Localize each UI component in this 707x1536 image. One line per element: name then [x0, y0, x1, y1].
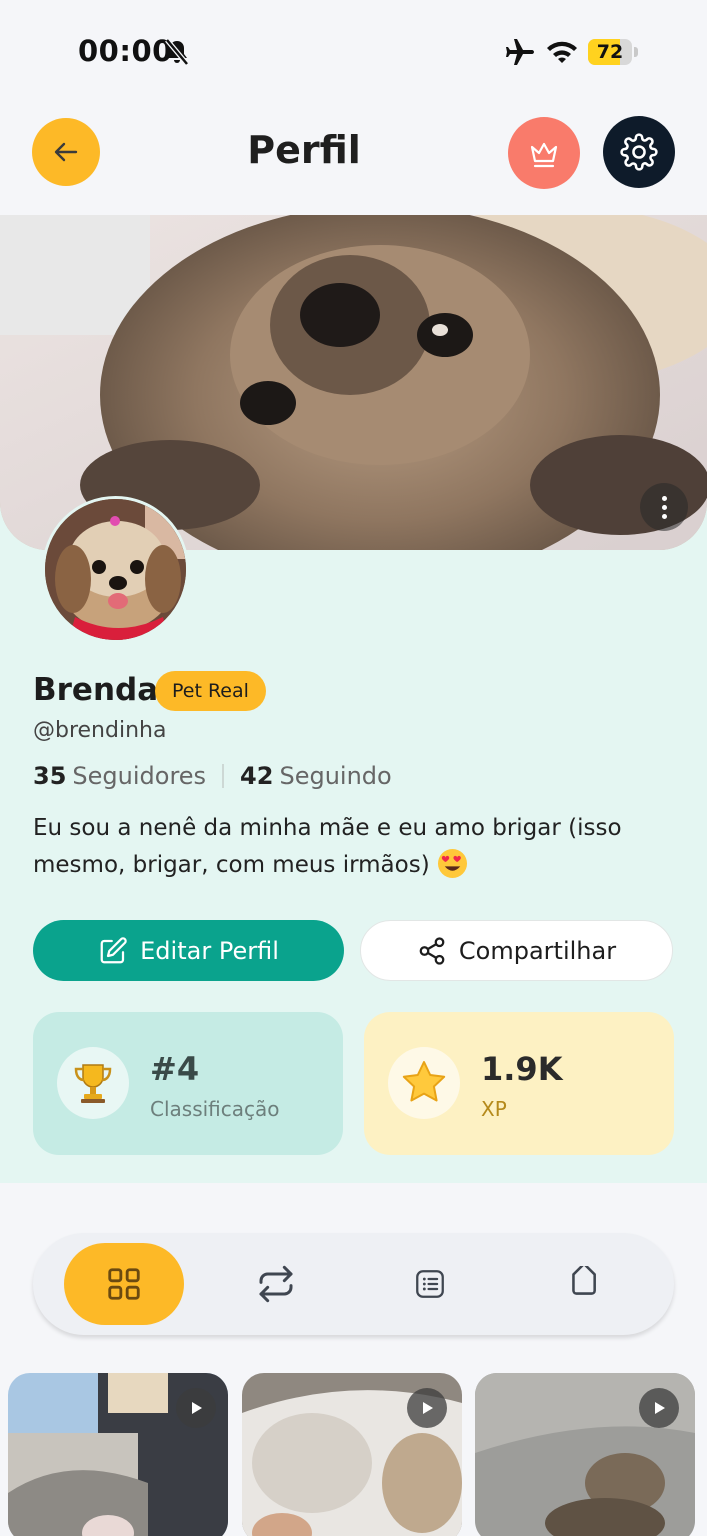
repost-icon [259, 1265, 293, 1303]
play-icon [407, 1388, 447, 1428]
followers-count: 35 [33, 762, 67, 790]
followers-link[interactable]: 35 Seguidores [33, 762, 206, 790]
profile-bio: Eu sou a nenê da minha mãe e eu amo brig… [33, 810, 673, 884]
tab-tagged[interactable] [523, 1243, 643, 1325]
share-icon [419, 936, 445, 965]
header: Perfil [0, 100, 707, 215]
edit-profile-label: Editar Perfil [140, 936, 279, 965]
premium-button[interactable] [508, 117, 580, 189]
airplane-icon [506, 39, 534, 65]
tag-icon [572, 1266, 596, 1295]
profile-handle: @brendinha [33, 718, 167, 743]
play-icon [176, 1388, 216, 1428]
tab-posts[interactable] [64, 1243, 184, 1325]
avatar[interactable] [42, 496, 189, 643]
rank-label: Classificação [150, 1097, 280, 1121]
battery-icon: 72 [588, 39, 638, 65]
tab-list[interactable] [370, 1243, 490, 1325]
post-thumbnail[interactable] [8, 1373, 228, 1536]
following-link[interactable]: 42 Seguindo [240, 762, 392, 790]
status-time: 00:00 [78, 34, 173, 68]
follow-stats: 35 Seguidores 42 Seguindo [33, 762, 392, 790]
gear-icon [620, 133, 658, 171]
star-icon [402, 1061, 446, 1102]
bell-off-icon [165, 38, 189, 66]
rank-value: #4 [150, 1050, 200, 1088]
list-icon [416, 1270, 444, 1298]
bio-text: Eu sou a nenê da minha mãe e eu amo brig… [33, 815, 622, 878]
post-thumbnail[interactable] [242, 1373, 462, 1536]
grid-icon [108, 1268, 140, 1300]
xp-card[interactable]: 1.9K XP [364, 1012, 674, 1155]
xp-label: XP [481, 1097, 507, 1121]
wifi-icon [547, 41, 577, 63]
trophy-icon [74, 1064, 112, 1103]
battery-level: 72 [596, 41, 624, 63]
status-bar: 00:00 72 [0, 0, 707, 100]
content-tabs [33, 1233, 674, 1335]
xp-value: 1.9K [481, 1050, 563, 1088]
ranking-card[interactable]: #4 Classificação [33, 1012, 343, 1155]
tab-reposts[interactable] [216, 1243, 336, 1325]
edit-icon [100, 936, 127, 963]
following-count: 42 [240, 762, 274, 790]
pet-real-badge: Pet Real [155, 671, 266, 711]
followers-label: Seguidores [72, 762, 207, 790]
settings-button[interactable] [603, 116, 675, 188]
edit-profile-button[interactable]: Editar Perfil [33, 920, 344, 981]
share-label: Compartilhar [458, 936, 617, 965]
profile-name: Brenda [33, 672, 159, 708]
play-icon [639, 1388, 679, 1428]
cover-menu-button[interactable] [640, 483, 688, 531]
share-button[interactable]: Compartilhar [360, 920, 673, 981]
crown-icon [530, 142, 558, 168]
heart-eyes-emoji-icon [437, 848, 468, 879]
post-thumbnail[interactable] [475, 1373, 695, 1536]
following-label: Seguindo [279, 762, 392, 790]
more-vertical-icon [661, 495, 667, 501]
stats-divider [222, 764, 225, 788]
